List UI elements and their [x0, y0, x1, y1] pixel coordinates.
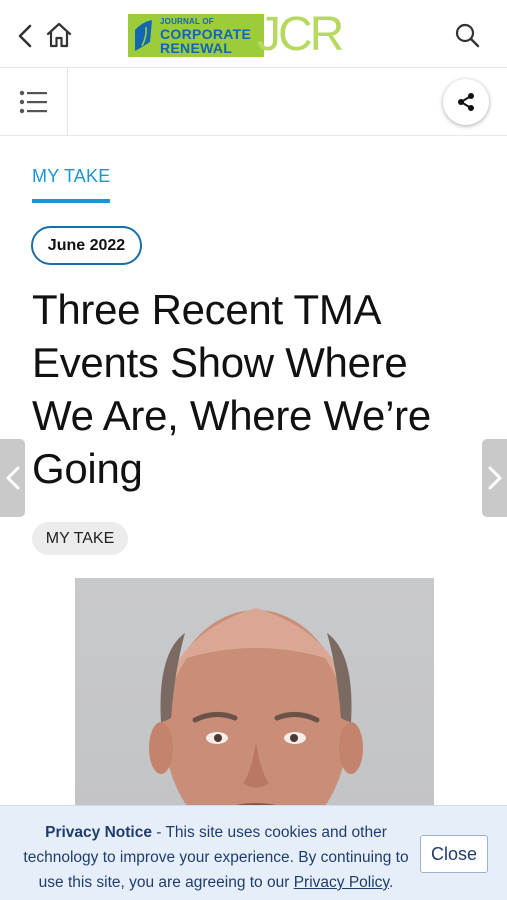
category-underline — [32, 199, 110, 203]
privacy-policy-link[interactable]: Privacy Policy — [294, 874, 389, 891]
issue-date-badge[interactable]: June 2022 — [31, 226, 142, 265]
article-tag[interactable]: MY TAKE — [32, 522, 128, 555]
logo-line-3: RENEWAL — [160, 40, 233, 56]
list-icon — [19, 90, 47, 114]
chevron-right-icon — [488, 466, 502, 490]
share-button[interactable] — [443, 79, 489, 125]
logo-line-1: JOURNAL OF — [160, 17, 214, 26]
privacy-close-button[interactable]: Close — [420, 835, 488, 873]
previous-article-button[interactable] — [0, 439, 25, 517]
article-category[interactable]: MY TAKE — [32, 166, 110, 187]
site-logo[interactable]: JOURNAL OF CORPORATE RENEWAL JCR — [128, 9, 344, 61]
chevron-left-icon — [18, 24, 32, 48]
search-button[interactable] — [452, 20, 482, 50]
author-portrait-illustration — [149, 608, 363, 818]
share-icon — [458, 93, 474, 111]
logo-wordmark: JCR — [257, 8, 344, 61]
article-headline: Three Recent TMA Events Show Where We Ar… — [32, 286, 431, 492]
back-button[interactable] — [14, 22, 38, 50]
author-photo — [75, 578, 434, 818]
next-article-button[interactable] — [482, 439, 507, 517]
table-of-contents-button[interactable] — [0, 68, 68, 136]
home-button[interactable] — [44, 20, 74, 50]
privacy-notice-title: Privacy Notice — [45, 824, 152, 841]
article-toolbar — [0, 68, 507, 136]
top-bar: JOURNAL OF CORPORATE RENEWAL JCR — [0, 0, 507, 68]
privacy-notice-text: Privacy Notice - This site uses cookies … — [20, 820, 412, 895]
logo-badge: JOURNAL OF CORPORATE RENEWAL — [128, 14, 264, 57]
chevron-left-icon — [6, 466, 20, 490]
search-icon — [455, 23, 480, 48]
privacy-notice-end: . — [389, 874, 394, 891]
home-icon — [46, 22, 72, 48]
logo-mark-icon — [135, 20, 152, 51]
privacy-notice-banner: Privacy Notice - This site uses cookies … — [0, 805, 507, 900]
